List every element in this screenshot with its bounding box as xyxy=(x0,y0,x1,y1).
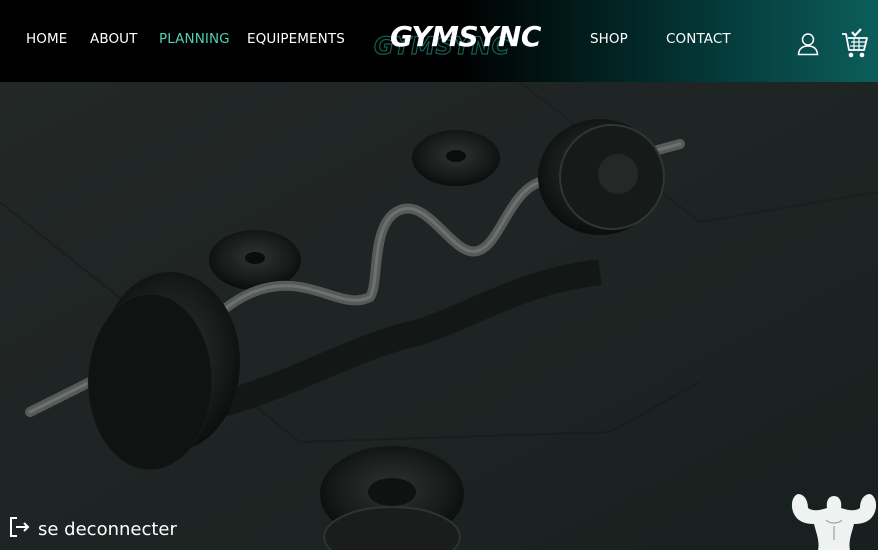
bodybuilder-icon xyxy=(790,490,878,550)
logout-label: se deconnecter xyxy=(38,519,177,540)
site-logo[interactable]: GYMSYNC GYMSYNC xyxy=(372,18,562,66)
barbell-photo xyxy=(0,82,878,550)
nav-link-shop[interactable]: SHOP xyxy=(590,31,628,47)
top-navbar: HOME ABOUT PLANNING EQUIPEMENTS GYMSYNC … xyxy=(0,0,878,82)
user-icon[interactable] xyxy=(797,32,819,61)
shopping-cart-icon[interactable] xyxy=(840,28,870,65)
logout-icon xyxy=(8,516,30,543)
hero-banner xyxy=(0,82,878,550)
nav-link-contact[interactable]: CONTACT xyxy=(666,31,731,47)
logo-text: GYMSYNC xyxy=(390,20,541,53)
nav-link-equipements[interactable]: EQUIPEMENTS xyxy=(247,31,345,47)
nav-link-home[interactable]: HOME xyxy=(26,31,67,47)
nav-link-planning[interactable]: PLANNING xyxy=(159,31,230,47)
logout-button[interactable]: se deconnecter xyxy=(8,516,177,543)
nav-link-about[interactable]: ABOUT xyxy=(90,31,138,47)
